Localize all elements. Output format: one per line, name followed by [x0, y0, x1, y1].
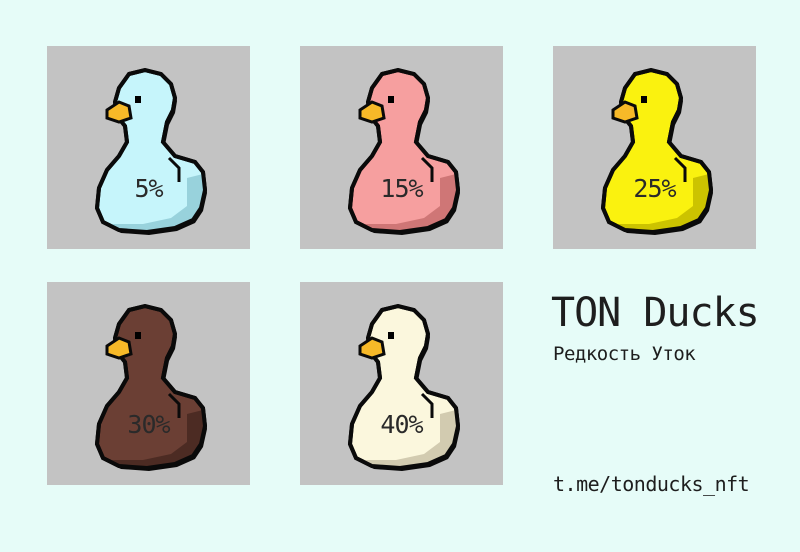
duck-icon — [347, 67, 461, 235]
duck-icon — [600, 67, 714, 235]
duck-icon — [94, 67, 208, 235]
rarity-label: 30% — [127, 410, 170, 439]
duck-card-pink: 15% — [300, 46, 503, 249]
rarity-label: 5% — [134, 174, 163, 203]
rarity-label: 40% — [380, 410, 423, 439]
duck-beak — [358, 100, 386, 124]
rarity-label: 15% — [380, 174, 423, 203]
duck-eye — [388, 96, 394, 103]
duck-card-yellow: 25% — [553, 46, 756, 249]
duck-beak — [358, 336, 386, 360]
duck-eye — [135, 332, 141, 339]
rarity-label: 25% — [633, 174, 676, 203]
collection-title: TON Ducks — [551, 290, 760, 336]
duck-beak — [105, 100, 133, 124]
duck-icon — [347, 303, 461, 471]
duck-beak — [105, 336, 133, 360]
collection-subtitle: Редкость Уток — [553, 343, 696, 365]
duck-eye — [388, 332, 394, 339]
duck-eye — [641, 96, 647, 103]
duck-card-brown: 30% — [47, 282, 250, 485]
duck-card-blue: 5% — [47, 46, 250, 249]
duck-beak — [611, 100, 639, 124]
duck-card-cream: 40% — [300, 282, 503, 485]
duck-eye — [135, 96, 141, 103]
telegram-link[interactable]: t.me/tonducks_nft — [553, 472, 750, 496]
duck-icon — [94, 303, 208, 471]
